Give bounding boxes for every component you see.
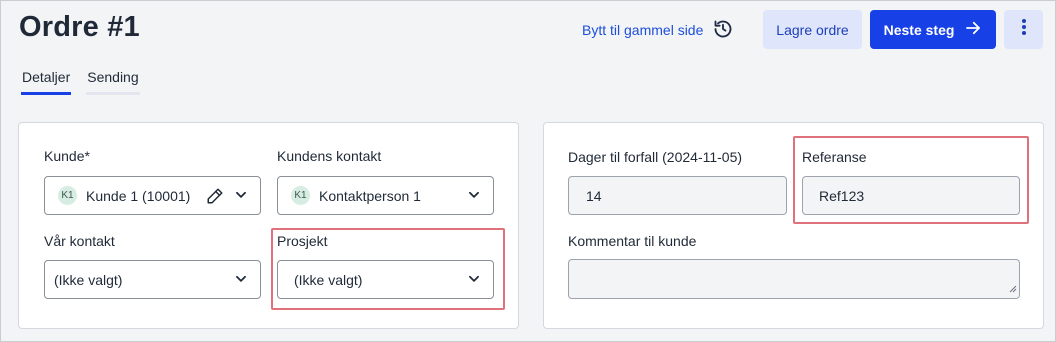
project-select[interactable]: (Ikke valgt) — [277, 260, 494, 299]
reference-field[interactable]: Ref123 — [802, 176, 1020, 215]
customer-contact-select[interactable]: K1 Kontaktperson 1 — [277, 176, 494, 215]
vertical-dots-icon — [1021, 18, 1027, 41]
tab-bar: Detaljer Sending — [21, 69, 155, 95]
more-options-button[interactable] — [1004, 10, 1043, 49]
our-contact-select[interactable]: (Ikke valgt) — [44, 260, 261, 299]
chevron-down-icon — [467, 271, 481, 288]
customer-value: Kunde 1 (10001) — [86, 187, 191, 204]
reference-label: Referanse — [802, 149, 867, 165]
project-value: (Ikke valgt) — [294, 271, 363, 288]
history-icon — [713, 19, 733, 42]
chevron-down-icon — [234, 271, 248, 288]
project-label: Prosjekt — [277, 233, 328, 249]
reference-value: Ref123 — [819, 187, 865, 204]
due-days-field[interactable]: 14 — [568, 176, 787, 215]
contact-avatar: K1 — [291, 186, 310, 205]
save-order-button[interactable]: Lagre ordre — [763, 10, 862, 49]
customer-select[interactable]: K1 Kunde 1 (10001) — [44, 176, 261, 215]
switch-link-label: Bytt til gammel side — [582, 22, 704, 38]
our-contact-value: (Ikke valgt) — [54, 271, 123, 288]
customer-label: Kunde* — [44, 148, 90, 164]
order-details-card: Kunde* K1 Kunde 1 (10001) Kundens kontak… — [18, 122, 519, 329]
switch-to-old-page-link[interactable]: Bytt til gammel side — [582, 19, 733, 41]
page-title: Ordre #1 — [19, 11, 140, 43]
comment-textarea[interactable] — [568, 259, 1020, 299]
customer-avatar: K1 — [58, 186, 77, 205]
next-step-label: Neste steg — [883, 21, 955, 38]
pencil-icon[interactable] — [206, 187, 224, 208]
comment-label: Kommentar til kunde — [568, 233, 697, 249]
due-days-value: 14 — [586, 187, 602, 204]
chevron-down-icon — [467, 187, 481, 204]
resize-handle-icon[interactable] — [1009, 280, 1017, 296]
order-info-card: Dager til forfall (2024-11-05) 14 Refera… — [543, 122, 1044, 329]
chevron-down-icon — [234, 187, 248, 204]
arrow-right-icon — [964, 19, 982, 40]
due-days-label: Dager til forfall (2024-11-05) — [568, 149, 743, 165]
next-step-button[interactable]: Neste steg — [870, 10, 996, 49]
customer-contact-label: Kundens kontakt — [277, 148, 382, 164]
save-order-label: Lagre ordre — [776, 21, 849, 38]
customer-contact-value: Kontaktperson 1 — [319, 187, 421, 204]
tab-shipping[interactable]: Sending — [86, 69, 140, 95]
tab-details[interactable]: Detaljer — [21, 69, 72, 95]
our-contact-label: Vår kontakt — [44, 233, 115, 249]
